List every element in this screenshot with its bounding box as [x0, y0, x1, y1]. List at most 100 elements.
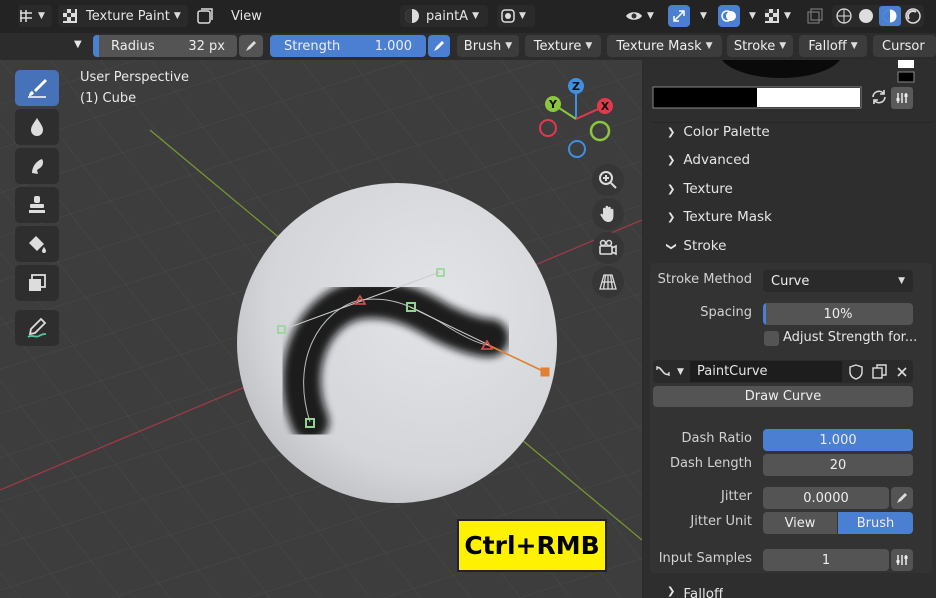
duplicate-button[interactable] [868, 361, 890, 382]
radius-field[interactable]: Radius 32 px [93, 35, 237, 57]
section-color-palette[interactable]: ❯ Color Palette [667, 124, 770, 140]
section-advanced[interactable]: ❯ Advanced [667, 152, 750, 168]
strength-value: 1.000 [374, 38, 412, 54]
dash-length-label: Dash Length [670, 456, 752, 471]
sphere-object[interactable] [237, 183, 557, 503]
rendered-shading-icon[interactable] [904, 7, 922, 25]
material-sphere-icon [405, 9, 419, 23]
input-samples-field[interactable]: 1 [763, 549, 889, 571]
navigation-gizmo[interactable]: Z Y X [531, 74, 621, 164]
chevron-down-icon[interactable]: ▼ [700, 5, 707, 27]
chevron-down-icon[interactable]: ▼ [749, 5, 756, 27]
gizmo-z-label: Z [572, 80, 580, 93]
paint-bucket-icon [29, 236, 46, 253]
3d-viewport[interactable]: User Perspective (1) Cube Z Y X [0, 60, 642, 598]
falloff-menu[interactable]: Falloff ▼ [799, 35, 867, 57]
section-texture[interactable]: ❯ Texture [667, 181, 733, 197]
cursor-menu[interactable]: Cursor [873, 35, 936, 57]
sync-toggle-button[interactable] [196, 5, 216, 27]
swap-colors-icon[interactable] [870, 88, 888, 106]
xray-toggle[interactable] [807, 5, 825, 27]
pen-pressure-icon [434, 41, 444, 51]
pan-button[interactable] [592, 198, 624, 230]
camera-icon [599, 239, 617, 256]
clone-tool[interactable] [15, 187, 59, 223]
slot-dropdown[interactable]: ▼ [497, 5, 535, 27]
radius-pressure-button[interactable] [239, 35, 263, 57]
viewport-perspective-label: User Perspective [80, 70, 190, 85]
mode-dropdown[interactable]: Texture Paint ▼ [58, 5, 188, 27]
draw-curve-label: Draw Curve [744, 389, 822, 404]
jitter-pressure-button[interactable] [891, 487, 913, 509]
jitter-value: 0.0000 [803, 490, 849, 506]
perspective-toggle-button[interactable] [592, 266, 624, 298]
adjust-strength-checkbox[interactable] [764, 331, 779, 346]
draw-tool[interactable] [15, 70, 59, 106]
chevron-down-icon: ▼ [38, 11, 45, 21]
smear-tool[interactable] [15, 148, 59, 184]
brush-menu-label: Brush [463, 38, 502, 54]
material-shading-button[interactable] [879, 6, 901, 26]
chevron-down-icon: ▼ [898, 276, 905, 286]
texture-mask-menu[interactable]: Texture Mask ▼ [607, 35, 722, 57]
chevron-down-icon[interactable]: ▼ [74, 39, 82, 50]
texture-menu[interactable]: Texture ▼ [525, 35, 601, 57]
spacing-field[interactable]: 10% [763, 303, 913, 325]
jitter-field[interactable]: 0.0000 [763, 487, 889, 509]
view-menu[interactable]: View [231, 5, 262, 27]
chevron-down-icon: ▼ [779, 41, 787, 51]
brush-menu[interactable]: Brush ▼ [457, 35, 519, 57]
image-selector[interactable]: paintA ▼ [400, 5, 488, 27]
unlink-button[interactable] [891, 361, 913, 382]
stroke-menu[interactable]: Stroke ▼ [727, 35, 793, 57]
shortcut-text: Ctrl+RMB [464, 531, 600, 560]
input-samples-toggle[interactable] [891, 549, 913, 571]
chevron-down-icon: ▼ [585, 41, 593, 51]
jitter-unit-view[interactable]: View [763, 512, 837, 534]
soften-tool[interactable] [15, 109, 59, 145]
solid-shading-icon[interactable] [857, 7, 875, 25]
annotate-tool[interactable] [15, 310, 59, 346]
editor-type-button[interactable]: ▼ [18, 5, 52, 27]
dash-length-field[interactable]: 20 [763, 454, 913, 476]
jitter-unit-label: Jitter Unit [690, 514, 752, 529]
jitter-unit-brush[interactable]: Brush [838, 512, 913, 534]
shortcut-overlay: Ctrl+RMB [457, 519, 607, 572]
chevron-down-icon: ▼ [647, 11, 654, 21]
xray-dropdown[interactable]: ▼ [764, 5, 796, 27]
paint-curve-browse[interactable]: ▼ [655, 361, 687, 382]
curve-handle-point-active[interactable] [540, 367, 550, 377]
wireframe-shading-icon[interactable] [835, 7, 853, 25]
adjust-strength-label: Adjust Strength for... [783, 330, 918, 345]
paint-curve-name-field[interactable]: PaintCurve [690, 361, 842, 382]
visibility-dropdown[interactable]: ▼ [625, 5, 663, 27]
pen-pressure-icon [246, 41, 256, 51]
dash-ratio-field[interactable]: 1.000 [763, 429, 913, 451]
mask-tool[interactable] [15, 265, 59, 301]
strength-field[interactable]: Strength 1.000 [270, 35, 426, 57]
section-label: Advanced [683, 152, 751, 168]
overlay-toggle[interactable] [718, 5, 740, 27]
chevron-right-icon: ❯ [667, 154, 676, 166]
gizmo-x-label: X [601, 100, 610, 113]
gizmo-toggle[interactable] [668, 5, 690, 27]
color-swatch[interactable] [897, 71, 915, 83]
camera-view-button[interactable] [592, 232, 624, 264]
checker-paint-icon [63, 9, 77, 23]
fill-tool[interactable] [15, 226, 59, 262]
color-swatch-alt[interactable] [898, 60, 914, 68]
stroke-method-label: Stroke Method [657, 272, 752, 287]
section-texture-mask[interactable]: ❯ Texture Mask [667, 209, 772, 225]
strength-pressure-button[interactable] [428, 35, 450, 57]
stroke-method-dropdown[interactable]: Curve ▼ [763, 270, 913, 292]
fake-user-button[interactable] [845, 361, 867, 382]
section-stroke[interactable]: ❯ Stroke [665, 238, 727, 254]
pressure-toggle-button[interactable] [891, 87, 913, 109]
section-label: Texture [683, 181, 733, 197]
draw-curve-button[interactable]: Draw Curve [653, 386, 913, 407]
falloff-menu-label: Falloff [808, 38, 847, 54]
zoom-button[interactable] [592, 164, 624, 196]
dash-ratio-label: Dash Ratio [681, 431, 753, 446]
chevron-down-icon: ❯ [665, 241, 677, 251]
section-falloff[interactable]: ❯ Falloff [667, 586, 723, 598]
